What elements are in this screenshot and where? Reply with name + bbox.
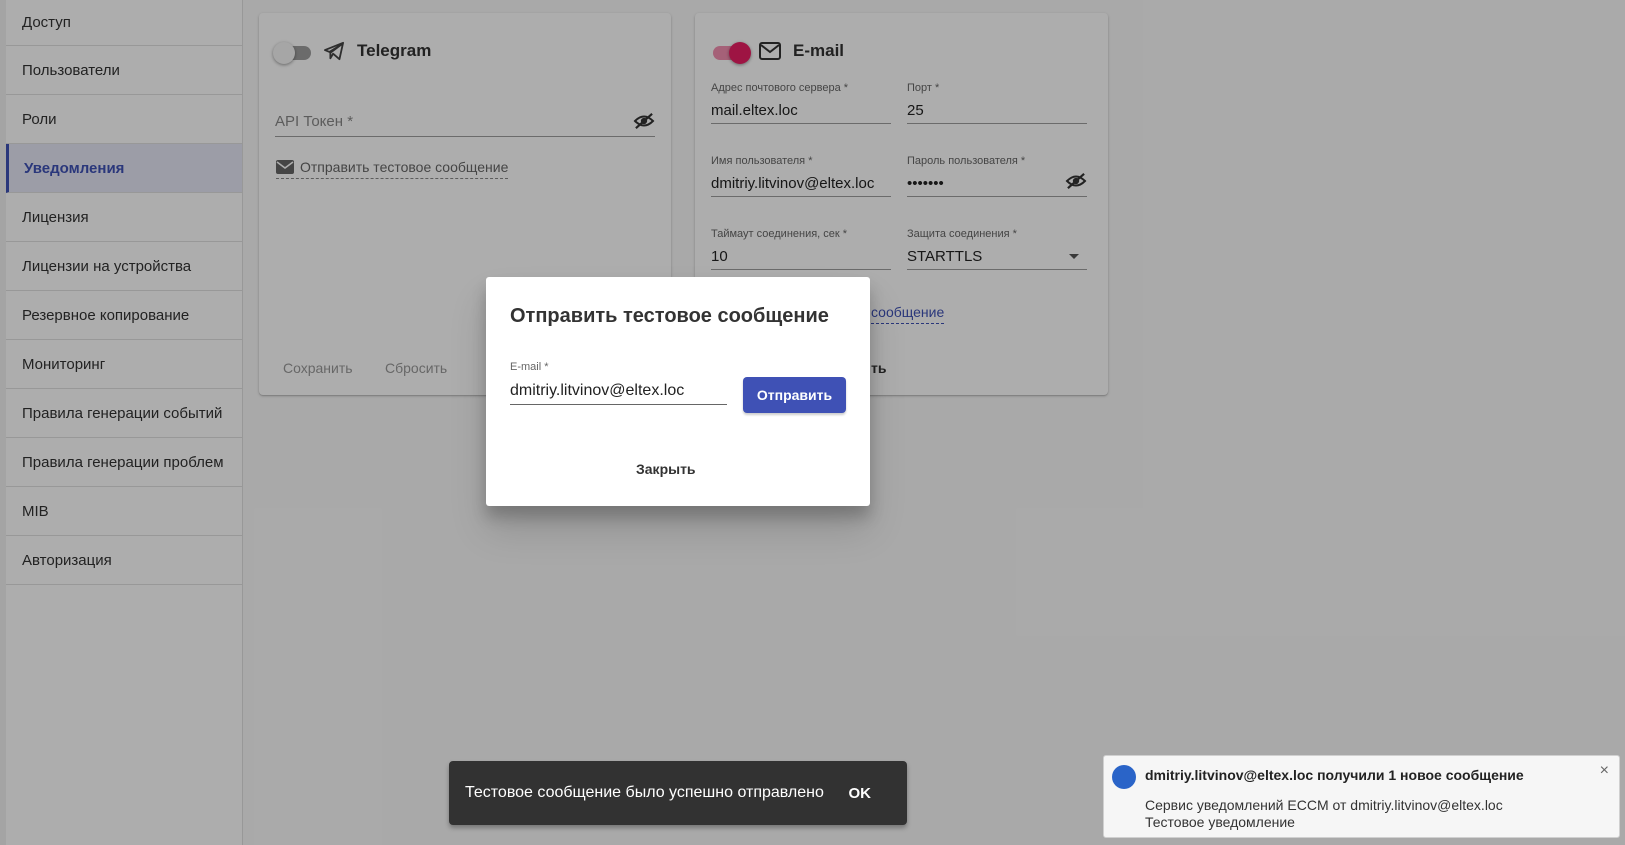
dialog-email-value: dmitriy.litvinov@eltex.loc xyxy=(510,382,685,399)
dialog-email-field[interactable]: E-mail * dmitriy.litvinov@eltex.loc xyxy=(510,361,727,405)
notification-body: Сервис уведомлений ECCM от dmitriy.litvi… xyxy=(1145,797,1503,831)
notification-line-2: Тестовое уведомление xyxy=(1145,814,1295,830)
dialog-email-label: E-mail * xyxy=(510,361,549,373)
send-test-dialog: Отправить тестовое сообщение E-mail * dm… xyxy=(486,277,870,506)
mail-client-icon xyxy=(1112,765,1136,789)
notification-line-1: Сервис уведомлений ECCM от dmitriy.litvi… xyxy=(1145,797,1503,813)
snackbar-ok-button[interactable]: OK xyxy=(849,785,872,802)
close-icon[interactable]: × xyxy=(1600,762,1609,780)
close-button[interactable]: Закрыть xyxy=(636,461,696,477)
snackbar: Тестовое сообщение было успешно отправле… xyxy=(449,761,907,825)
send-button[interactable]: Отправить xyxy=(743,377,846,413)
dialog-title: Отправить тестовое сообщение xyxy=(510,305,829,327)
desktop-notification[interactable]: dmitriy.litvinov@eltex.loc получили 1 но… xyxy=(1103,755,1620,838)
notification-title: dmitriy.litvinov@eltex.loc получили 1 но… xyxy=(1145,767,1524,783)
snackbar-message: Тестовое сообщение было успешно отправле… xyxy=(465,784,824,801)
